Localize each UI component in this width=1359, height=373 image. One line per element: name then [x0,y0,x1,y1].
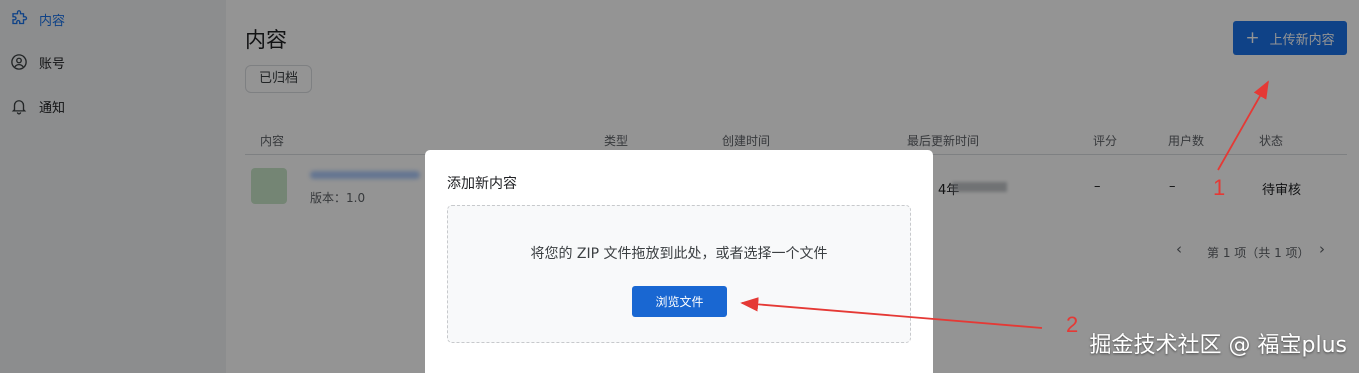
annotation-label-2: 2 [1066,312,1079,337]
annotation-arrows [740,80,1269,329]
annotation-arrow-2 [740,297,1043,329]
watermark: 掘金技术社区 @ 福宝plus [1089,333,1347,358]
annotation-label-1: 1 [1213,175,1226,200]
annotation-arrow-1 [1217,80,1269,171]
